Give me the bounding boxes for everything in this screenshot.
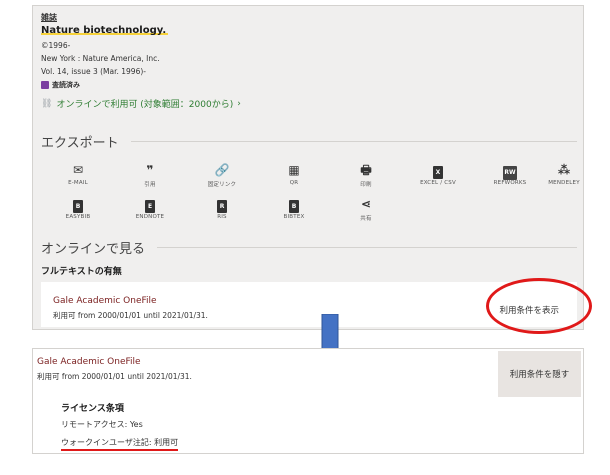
export-print-button[interactable]: 🖶 印刷 [331,162,401,188]
publication-year: ©1996- [41,41,71,50]
bibtex-icon: B [289,200,299,213]
provider-card-expanded: Gale Academic OneFile 利用可 from 2000/01/0… [32,348,584,454]
divider [157,247,577,248]
peer-reviewed-label: 査読済み [52,81,80,89]
export-easybib-button[interactable]: B EASYBIB [43,196,113,220]
fulltext-availability-heading: フルテキストの有無 [41,267,122,277]
annotation-circle [486,278,592,334]
ris-icon: R [217,200,227,213]
export-share-button[interactable]: ⋖ 共有 [331,196,401,222]
walkin-user-note: ウォークインユーザ注記: 利用可 [61,437,179,451]
peer-reviewed-icon [41,81,49,89]
export-cite-label: 引用 [144,182,156,188]
export-print-label: 印刷 [360,182,372,188]
mendeley-icon: ⁂ [557,163,571,177]
remote-access-term: リモートアクセス: Yes [61,420,143,429]
view-online-heading-text: オンラインで見る [41,242,146,257]
export-heading-text: エクスポート [41,136,119,151]
license-terms-title: ライセンス条項 [61,404,124,414]
coverage-dates: 利用可 from 2000/01/01 until 2021/01/31. [53,311,208,320]
journal-title: Nature biotechnology. [41,25,169,36]
export-endnote-button[interactable]: E ENDNOTE [115,196,185,220]
share-icon: ⋖ [360,197,372,211]
export-qr-button[interactable]: ▦ QR [259,162,329,186]
chevron-right-icon: › [237,98,241,109]
export-bibtex-button[interactable]: B BIBTEX [259,196,329,220]
export-mendeley-label: MENDELEY [548,180,580,186]
export-mendeley-button[interactable]: ⁂ MENDELEY [547,162,581,186]
online-availability-text: オンラインで利用可 (対象範囲：2000から) [56,100,234,110]
export-bibtex-label: BIBTEX [283,214,305,220]
resource-type-label: 雑誌 [41,13,57,22]
quote-icon: ❞ [146,163,154,177]
export-easybib-label: EASYBIB [65,214,91,220]
hide-terms-button[interactable]: 利用条件を隠す [498,351,581,397]
online-availability-link[interactable]: ⛓ オンラインで利用可 (対象範囲：2000から) › [41,97,241,111]
record-detail-panel: 雑誌 Nature biotechnology. ©1996- New York… [32,5,584,330]
export-endnote-label: ENDNOTE [135,214,165,220]
export-refworks-button[interactable]: RW REFWORKS [475,162,545,186]
refworks-icon: RW [503,166,517,180]
export-qr-label: QR [289,180,299,186]
export-excel-button[interactable]: X EXCEL / CSV [403,162,473,186]
export-email-button[interactable]: ✉ E-MAIL [43,162,113,186]
export-refworks-label: REFWORKS [493,180,527,186]
endnote-icon: E [145,200,155,213]
provider-link[interactable]: Gale Academic OneFile [53,296,208,306]
divider [130,141,577,142]
export-permalink-label: 固定リンク [207,182,237,188]
license-terms: ライセンス条項 リモートアクセス: Yes ウォークインユーザ注記: 利用可 [61,401,179,451]
qr-code-icon: ▦ [288,163,300,177]
coverage-dates: 利用可 from 2000/01/01 until 2021/01/31. [37,372,192,381]
link-icon: ⛓ [41,98,53,109]
export-excel-label: EXCEL / CSV [420,180,456,186]
export-section-heading: エクスポート [41,132,577,151]
provider-link[interactable]: Gale Academic OneFile [37,357,192,367]
print-icon: 🖶 [360,163,372,177]
volume-info: Vol. 14, issue 3 (Mar. 1996)- [41,67,146,76]
easybib-icon: B [73,200,83,213]
export-share-label: 共有 [360,216,372,222]
export-cite-button[interactable]: ❞ 引用 [115,162,185,188]
export-ris-button[interactable]: R RIS [187,196,257,220]
publisher: New York : Nature America, Inc. [41,54,160,63]
permalink-icon: 🔗 [214,163,230,177]
peer-reviewed-badge: 査読済み [41,80,80,90]
export-permalink-button[interactable]: 🔗 固定リンク [187,162,257,188]
view-online-heading: オンラインで見る [41,238,577,257]
export-ris-label: RIS [217,214,227,220]
export-email-label: E-MAIL [68,180,88,186]
excel-icon: X [433,166,443,179]
mail-icon: ✉ [72,163,84,177]
